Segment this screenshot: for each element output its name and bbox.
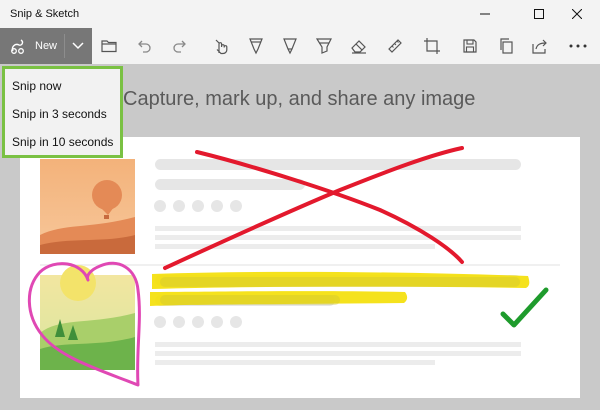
highlighter-button[interactable]: [312, 34, 336, 58]
save-icon: [463, 39, 477, 53]
new-button-divider: [64, 34, 65, 58]
canvas-headline: Capture, mark up, and share any image: [123, 88, 476, 110]
open-file-button[interactable]: [97, 34, 121, 58]
sample-document-illustration: [40, 159, 560, 370]
pencil-icon: [283, 38, 297, 55]
new-button[interactable]: New: [0, 28, 92, 64]
ruler-icon: [388, 39, 402, 53]
app-title: Snip & Sketch: [10, 8, 80, 20]
copy-button[interactable]: [494, 34, 518, 58]
pencil-button[interactable]: [278, 34, 302, 58]
new-snip-menu: Snip now Snip in 3 seconds Snip in 10 se…: [2, 66, 123, 158]
highlighter-icon: [315, 38, 332, 54]
ruler-button[interactable]: [383, 34, 407, 58]
redo-button[interactable]: [168, 34, 192, 58]
folder-icon: [101, 40, 117, 53]
share-icon: [532, 39, 547, 54]
ballpoint-pen-icon: [249, 38, 263, 55]
more-button[interactable]: [566, 34, 590, 58]
close-button[interactable]: [554, 0, 600, 28]
maximize-icon: [534, 9, 544, 19]
save-button[interactable]: [458, 34, 482, 58]
close-icon: [572, 9, 582, 19]
menu-item-snip-now[interactable]: Snip now: [5, 72, 120, 100]
more-icon: [569, 44, 587, 48]
minimize-icon: [480, 13, 490, 15]
chevron-down-icon[interactable]: [71, 39, 85, 53]
desert-image: [40, 159, 135, 254]
menu-item-snip-3s[interactable]: Snip in 3 seconds: [5, 100, 120, 128]
redo-icon: [173, 40, 186, 53]
touch-writing-button[interactable]: [210, 34, 234, 58]
sample-document: [20, 137, 580, 398]
menu-item-snip-10s[interactable]: Snip in 10 seconds: [5, 128, 120, 156]
crop-button[interactable]: [420, 34, 444, 58]
title-bar: Snip & Sketch: [0, 0, 600, 28]
share-button[interactable]: [528, 34, 552, 58]
snip-icon: [11, 39, 24, 54]
toolbar: New: [0, 28, 600, 64]
undo-button[interactable]: [132, 34, 156, 58]
crop-icon: [424, 38, 440, 54]
ballpoint-pen-button[interactable]: [244, 34, 268, 58]
minimize-button[interactable]: [462, 0, 508, 28]
landscape-image: [40, 265, 135, 370]
undo-icon: [138, 40, 151, 53]
new-button-label: New: [35, 40, 58, 52]
copy-icon: [500, 38, 513, 54]
touch-writing-icon: [215, 39, 228, 55]
eraser-icon: [351, 40, 366, 54]
eraser-button[interactable]: [347, 34, 371, 58]
